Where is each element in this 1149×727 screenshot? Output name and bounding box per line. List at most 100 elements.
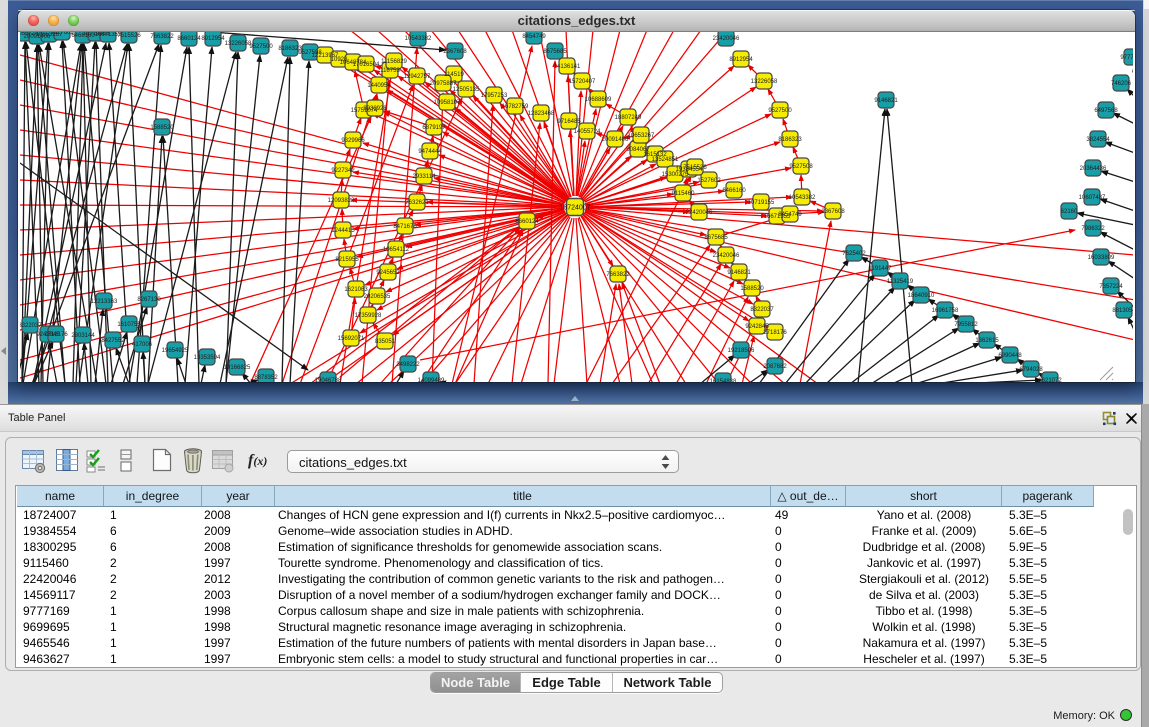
svg-text:8878352: 8878352 [254,375,278,381]
svg-text:835051: 835051 [375,339,396,345]
svg-text:8938928: 8938928 [363,106,387,112]
svg-text:6497568: 6497568 [1094,108,1118,114]
svg-text:8186323: 8186323 [778,137,802,143]
svg-text:19166825: 19166825 [224,365,251,371]
svg-text:1588520: 1588520 [150,125,174,131]
svg-text:14099489: 14099489 [418,378,445,382]
svg-text:1610755: 1610755 [117,322,141,328]
svg-text:7955812: 7955812 [954,322,978,328]
svg-text:16154838: 16154838 [710,379,737,382]
svg-text:3498222: 3498222 [396,362,420,368]
svg-text:16033809: 16033809 [1088,255,1115,261]
svg-text:2933114: 2933114 [413,174,437,180]
svg-text:19046788: 19046788 [315,378,342,382]
svg-text:16782759: 16782759 [502,104,529,110]
svg-text:19218506: 19218506 [728,348,755,354]
svg-text:11156829: 11156829 [381,59,407,65]
svg-text:2718176: 2718176 [44,332,68,338]
svg-text:18807249: 18807249 [615,115,642,121]
svg-text:10719155: 10719155 [748,200,775,206]
svg-text:8427552: 8427552 [101,338,125,344]
svg-text:8813054: 8813054 [1112,308,1133,314]
svg-text:14136141: 14136141 [554,64,581,70]
svg-text:12942757: 12942757 [404,74,431,80]
svg-text:14055724: 14055724 [574,129,601,135]
svg-text:10607487: 10607487 [1079,195,1106,201]
svg-text:20091406: 20091406 [602,137,629,143]
svg-text:17957253: 17957253 [481,93,508,99]
svg-text:9527500: 9527500 [768,108,792,114]
svg-text:62160: 62160 [1061,209,1078,215]
svg-text:10688609: 10688609 [585,97,612,103]
svg-text:10543382: 10543382 [405,36,432,42]
svg-text:7625402: 7625402 [842,251,866,257]
svg-text:8454749: 8454749 [522,34,546,40]
svg-text:9527500: 9527500 [249,44,273,50]
svg-text:12823468: 12823468 [528,111,555,117]
svg-text:9227342: 9227342 [331,168,355,174]
svg-text:9527508: 9527508 [789,164,813,170]
svg-text:17016504: 17016504 [353,62,380,68]
svg-text:9329966: 9329966 [341,138,365,144]
svg-text:13226058: 13226058 [751,79,778,85]
svg-text:8912954: 8912954 [729,57,753,63]
svg-text:15720407: 15720407 [569,79,596,85]
svg-text:9146821: 9146821 [874,98,898,104]
svg-text:1191447: 1191447 [869,266,893,272]
svg-text:12505135: 12505135 [453,87,480,93]
svg-text:10958107: 10958107 [434,100,461,106]
svg-text:8322037: 8322037 [750,307,774,313]
svg-text:1362615: 1362615 [975,338,999,344]
svg-text:7515526: 7515526 [683,165,707,171]
svg-text:10653267: 10653267 [628,133,655,139]
svg-text:9716485: 9716485 [557,119,581,125]
svg-text:13524851: 13524851 [652,157,679,163]
svg-text:8660124: 8660124 [177,36,201,42]
svg-text:1621063: 1621063 [344,287,368,293]
svg-text:2087682: 2087682 [763,364,787,370]
svg-text:1440954: 1440954 [367,83,391,89]
svg-text:19654925: 19654925 [162,348,189,354]
svg-text:12213363: 12213363 [91,299,118,305]
svg-text:13226058: 13226058 [225,41,252,47]
svg-text:6794028: 6794028 [1019,367,1043,373]
svg-text:8322037: 8322037 [20,323,42,329]
svg-text:2367608: 2367608 [821,209,845,215]
svg-text:8675685: 8675685 [543,49,567,55]
svg-text:6466160: 6466160 [722,188,746,194]
svg-text:9777169: 9777169 [1120,55,1133,61]
svg-text:7515526: 7515526 [117,33,141,39]
svg-text:1527602: 1527602 [697,178,721,184]
svg-text:11325419: 11325419 [887,279,914,285]
svg-text:9146821: 9146821 [727,270,751,276]
svg-text:116753: 116753 [380,68,400,74]
svg-text:17359928: 17359928 [355,313,382,319]
svg-text:18724007: 18724007 [559,205,590,212]
svg-text:114519: 114519 [444,72,464,78]
svg-text:7663822: 7663822 [150,34,174,40]
svg-text:9115460: 9115460 [672,191,696,197]
svg-text:8267130: 8267130 [137,297,161,303]
svg-text:22420046: 22420046 [686,210,713,216]
svg-text:8454749: 8454749 [778,212,802,218]
svg-text:10543382: 10543382 [789,195,816,201]
svg-text:8471676: 8471676 [393,224,417,230]
svg-text:9474444: 9474444 [418,149,442,155]
svg-text:16961758: 16961758 [932,308,959,314]
svg-text:8912954: 8912954 [201,36,225,42]
svg-text:2367608: 2367608 [443,49,467,55]
svg-text:8675685: 8675685 [704,235,728,241]
svg-text:8660124: 8660124 [515,219,539,225]
svg-text:20206535: 20206535 [364,294,391,300]
svg-text:15692071: 15692071 [338,336,365,342]
svg-text:18640910: 18640910 [908,293,935,299]
svg-text:23420046: 23420046 [713,36,740,42]
svg-text:7632621: 7632621 [405,200,429,206]
svg-text:6879197: 6879197 [422,125,446,131]
svg-text:1621072: 1621072 [1038,378,1062,382]
svg-text:7357224: 7357224 [1099,284,1123,290]
svg-text:1588520: 1588520 [740,286,764,292]
svg-text:6990448: 6990448 [998,353,1022,359]
svg-text:7663822: 7663822 [606,272,630,278]
svg-text:3824554: 3824554 [1086,137,1110,143]
